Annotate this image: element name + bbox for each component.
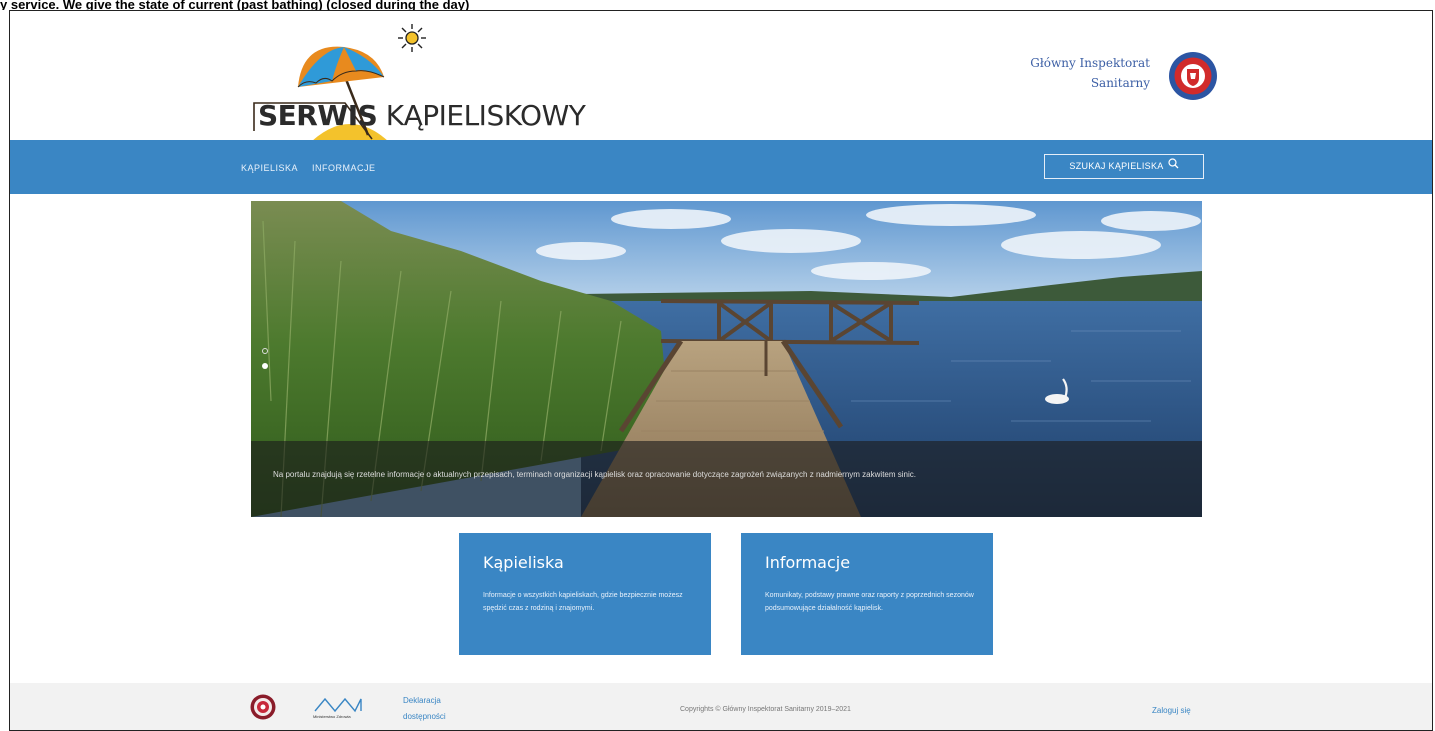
- main-navbar: KĄPIELISKA INFORMACJE SZUKAJ KĄPIELISKA: [10, 140, 1432, 194]
- slider-dot-2[interactable]: [262, 363, 268, 369]
- card-kapieliska-title: Kąpieliska: [483, 553, 564, 572]
- card-kapieliska-desc: Informacje o wszystkich kąpieliskach, gd…: [483, 592, 683, 612]
- sun-icon: [398, 24, 426, 52]
- hero-slider[interactable]: Na portalu znajdują się rzetelne informa…: [251, 201, 1202, 517]
- gis-seal-icon[interactable]: [250, 694, 276, 720]
- page-caption: y service. We give the state of current …: [0, 0, 470, 10]
- nav-item-kapieliska[interactable]: KĄPIELISKA: [241, 162, 298, 174]
- hero-caption-bar: Na portalu znajdują się rzetelne informa…: [251, 441, 1202, 517]
- gis-name: Główny Inspektorat Sanitarny: [1030, 53, 1150, 93]
- hero-caption: Na portalu znajdują się rzetelne informa…: [273, 470, 916, 479]
- logo-light: KĄPIELISKOWY: [385, 99, 586, 132]
- site-logo[interactable]: SERWIS KĄPIELISKOWY: [240, 21, 586, 146]
- logo-text: SERWIS KĄPIELISKOWY: [258, 99, 586, 132]
- nav-item-informacje[interactable]: INFORMACJE: [312, 162, 376, 174]
- slider-dot-1[interactable]: [262, 348, 268, 354]
- mz-label: Ministerstwo Zdrowia: [313, 714, 351, 719]
- card-kapieliska[interactable]: Kąpieliska Informacje o wszystkich kąpie…: [459, 533, 711, 655]
- search-button[interactable]: SZUKAJ KĄPIELISKA: [1044, 154, 1204, 179]
- browser-frame: SERWIS KĄPIELISKOWY Główny Inspektorat S…: [9, 10, 1433, 731]
- mz-logo[interactable]: Ministerstwo Zdrowia: [313, 695, 373, 723]
- gis-seal-icon: [1169, 52, 1217, 100]
- mz-logo-icon: [314, 697, 362, 713]
- card-informacje[interactable]: Informacje Komunikaty, podstawy prawne o…: [741, 533, 993, 655]
- accessibility-line2: dostępności: [403, 712, 446, 721]
- card-informacje-desc: Komunikaty, podstawy prawne oraz raporty…: [765, 592, 974, 612]
- gis-line2: Sanitarny: [1090, 76, 1150, 90]
- login-link[interactable]: Zaloguj się: [1152, 705, 1191, 716]
- logo-bold: SERWIS: [258, 99, 378, 132]
- search-button-label: SZUKAJ KĄPIELISKA: [1069, 161, 1164, 171]
- card-informacje-title: Informacje: [765, 553, 851, 572]
- gis-line1: Główny Inspektorat: [1030, 56, 1150, 70]
- search-icon: [1167, 155, 1179, 178]
- copyright-text: Copyrights © Główny Inspektorat Sanitarn…: [680, 706, 851, 713]
- footer: Ministerstwo Zdrowia Deklaracja dostępno…: [10, 683, 1432, 730]
- accessibility-line1: Deklaracja: [403, 696, 441, 705]
- gis-logo[interactable]: Główny Inspektorat Sanitarny: [1010, 51, 1230, 111]
- accessibility-link[interactable]: Deklaracja dostępności: [403, 695, 446, 722]
